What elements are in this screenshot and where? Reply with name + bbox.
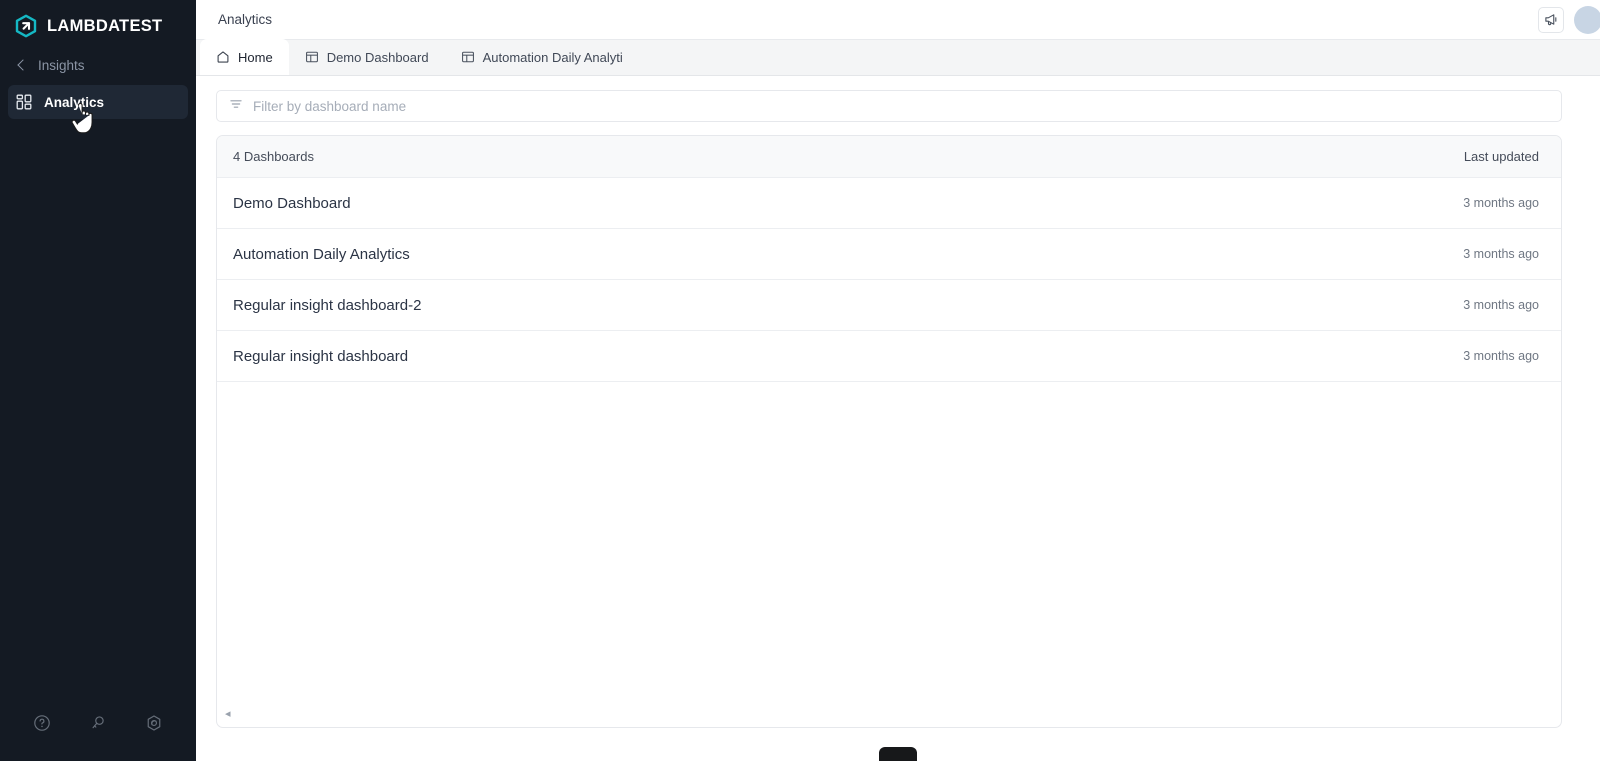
- tab-label: Demo Dashboard: [327, 50, 429, 65]
- dashboard-name: Regular insight dashboard: [233, 348, 408, 365]
- table-row[interactable]: Demo Dashboard 3 months ago: [217, 178, 1561, 229]
- card-empty-space: [217, 382, 1561, 701]
- brand-logo[interactable]: LAMBDATEST: [0, 0, 196, 40]
- tab-home[interactable]: Home: [200, 39, 289, 75]
- sidebar-footer: [0, 714, 196, 737]
- dashboards-card: 4 Dashboards Last updated Demo Dashboard…: [216, 135, 1562, 728]
- tab-label: Home: [238, 50, 273, 65]
- dashboards-count-label: 4 Dashboards: [233, 149, 314, 164]
- dashboard-name: Demo Dashboard: [233, 195, 351, 212]
- help-circle-icon[interactable]: [33, 714, 51, 737]
- tab-label: Automation Daily Analyti: [483, 50, 623, 65]
- user-avatar[interactable]: [1574, 6, 1600, 34]
- tab-demo-dashboard[interactable]: Demo Dashboard: [289, 39, 445, 75]
- dashboards-table-header: 4 Dashboards Last updated: [217, 136, 1561, 178]
- filter-bar[interactable]: [216, 90, 1562, 122]
- settings-gear-icon[interactable]: [145, 714, 163, 737]
- sidebar-item-label: Analytics: [44, 95, 104, 110]
- last-updated-header: Last updated: [1464, 149, 1539, 164]
- sidebar-nav: Insights Analytics: [0, 50, 196, 119]
- layout-grid-icon: [16, 94, 32, 110]
- lambdatest-cube-icon: [14, 14, 38, 38]
- key-icon[interactable]: [89, 714, 107, 737]
- dashboard-last-updated: 3 months ago: [1463, 298, 1539, 312]
- tabstrip: Home Demo Dashboard: [196, 40, 1600, 76]
- dashboard-window-icon: [461, 50, 475, 64]
- filter-input[interactable]: [253, 99, 1549, 114]
- filter-icon: [229, 97, 243, 116]
- table-row[interactable]: Regular insight dashboard-2 3 months ago: [217, 280, 1561, 331]
- sidebar-back-insights[interactable]: Insights: [8, 50, 188, 80]
- topbar-actions: [1538, 6, 1586, 34]
- tab-automation-daily-analytics[interactable]: Automation Daily Analyti: [445, 39, 639, 75]
- dashboard-name: Regular insight dashboard-2: [233, 297, 421, 314]
- content-area: 4 Dashboards Last updated Demo Dashboard…: [196, 76, 1600, 761]
- page-title: Analytics: [218, 12, 272, 27]
- table-row[interactable]: Regular insight dashboard 3 months ago: [217, 331, 1561, 382]
- scroll-left-icon[interactable]: ◂: [225, 709, 231, 720]
- dashboard-last-updated: 3 months ago: [1463, 247, 1539, 261]
- toast-notification: [879, 747, 917, 761]
- sidebar: LAMBDATEST Insights Analytics: [0, 0, 196, 761]
- megaphone-icon[interactable]: [1538, 7, 1564, 33]
- card-footer: ◂: [217, 701, 1561, 727]
- dashboard-name: Automation Daily Analytics: [233, 246, 410, 263]
- dashboard-last-updated: 3 months ago: [1463, 196, 1539, 210]
- sidebar-back-label: Insights: [38, 58, 85, 73]
- home-icon: [216, 50, 230, 64]
- dashboard-window-icon: [305, 50, 319, 64]
- topbar: Analytics: [196, 0, 1600, 40]
- app-root: LAMBDATEST Insights Analytics: [0, 0, 1600, 761]
- chevron-left-icon: [16, 59, 28, 71]
- dashboard-last-updated: 3 months ago: [1463, 349, 1539, 363]
- table-row[interactable]: Automation Daily Analytics 3 months ago: [217, 229, 1561, 280]
- main-area: Analytics Home: [196, 0, 1600, 761]
- brand-name: LAMBDATEST: [47, 17, 162, 36]
- sidebar-item-analytics[interactable]: Analytics: [8, 85, 188, 119]
